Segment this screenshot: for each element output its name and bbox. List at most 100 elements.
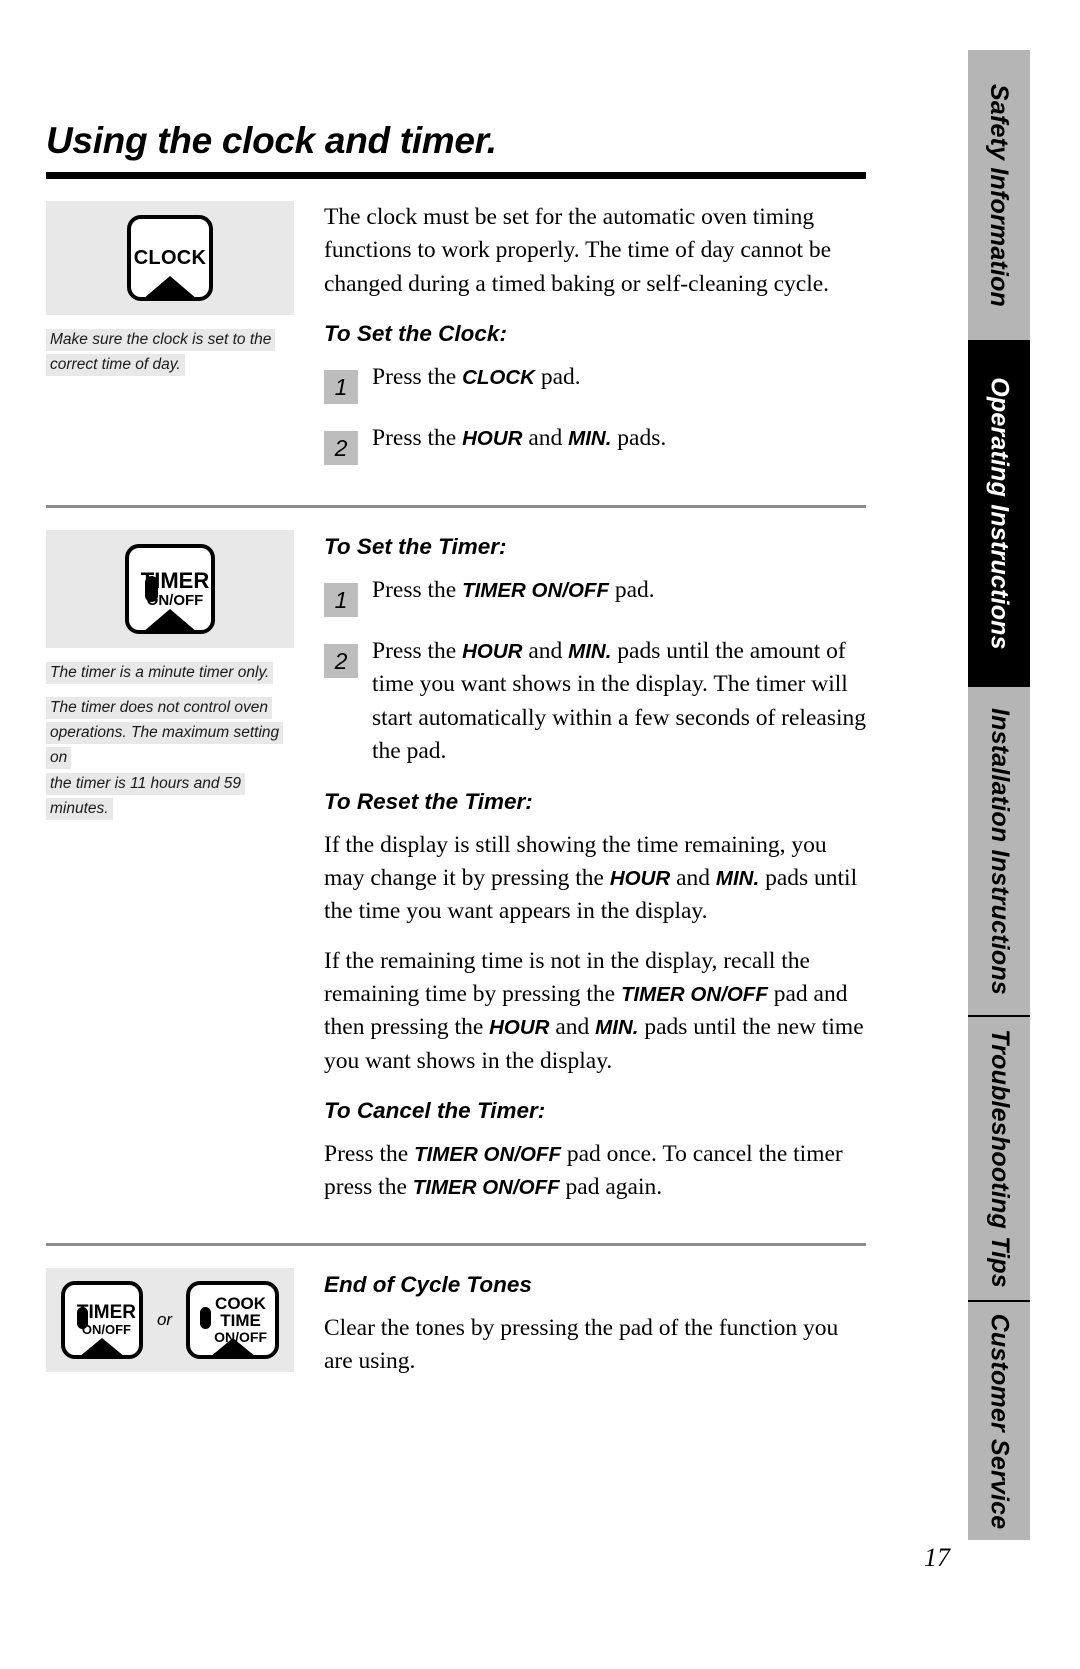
- clock-pad-label: CLOCK: [133, 246, 207, 269]
- pad-reference: MIN.: [568, 640, 612, 664]
- step-number: 2: [324, 431, 358, 466]
- title-rule: [46, 172, 866, 179]
- timer-step-1: 1 Press the TIMER ON/OFF pad.: [324, 574, 866, 618]
- text-run: and: [670, 864, 716, 891]
- indicator-dot-icon: [200, 1306, 212, 1329]
- tones-pad-panel: TIMER ON/OFF or COOK TIME ON/OFF: [46, 1267, 294, 1372]
- timer-illustration-column: TIMER ON/OFF The timer is a minute timer…: [46, 530, 294, 821]
- step-text: Press the HOUR and MIN. pads until the a…: [358, 635, 866, 768]
- timer-pad-label-line2: ON/OFF: [81, 1321, 131, 1337]
- timer-note-line: The timer is a minute timer only.: [46, 662, 274, 685]
- heading-to-set-the-timer: To Set the Timer:: [324, 534, 507, 560]
- clock-text-column: The clock must be set for the automatic …: [294, 201, 866, 483]
- indicator-dot-icon: [76, 1306, 88, 1329]
- timer-step-2: 2 Press the HOUR and MIN. pads until the…: [324, 635, 866, 768]
- pad-reference: CLOCK: [462, 366, 535, 390]
- clock-intro-paragraph: The clock must be set for the automatic …: [324, 204, 832, 297]
- step-number: 1: [324, 370, 358, 405]
- section-divider: [46, 1242, 866, 1246]
- step-text-mid: and: [522, 638, 569, 665]
- clock-section: CLOCK Make sure the clock is set to the …: [46, 201, 866, 483]
- pad-reference: TIMER ON/OFF: [620, 982, 768, 1006]
- timer-pad-graphic: TIMER ON/OFF: [125, 544, 215, 635]
- cook-pad-label-line1: COOK: [215, 1293, 267, 1313]
- timer-section: TIMER ON/OFF The timer is a minute timer…: [46, 530, 866, 1221]
- tab-installation-instructions[interactable]: Installation Instructions: [968, 685, 1030, 1015]
- clock-note-line: correct time of day.: [46, 354, 185, 377]
- tab-label: Troubleshooting Tips: [985, 1029, 1014, 1288]
- tones-section: TIMER ON/OFF or COOK TIME ON/OFF End of …: [46, 1267, 866, 1395]
- step-text: Press the CLOCK pad.: [358, 361, 581, 394]
- cancel-paragraph: Press the TIMER ON/OFF pad once. To canc…: [324, 1138, 866, 1205]
- timer-note: The timer is a minute timer only. The ti…: [46, 660, 294, 821]
- tab-label: Operating Instructions: [985, 377, 1014, 650]
- step-number: 2: [324, 644, 358, 679]
- step-text-pre: Press the: [372, 425, 463, 452]
- pad-notch-icon: [209, 1337, 256, 1355]
- page-number: 17: [924, 1543, 950, 1572]
- clock-illustration-column: CLOCK Make sure the clock is set to the …: [46, 201, 294, 377]
- tab-label: Installation Instructions: [985, 707, 1014, 995]
- tab-customer-service[interactable]: Customer Service: [968, 1300, 1030, 1540]
- main-content: Using the clock and timer. CLOCK Make su…: [46, 120, 866, 1394]
- step-text-post: pads.: [611, 425, 667, 452]
- cook-pad-label-line2: TIME: [220, 1311, 261, 1331]
- step-text-pre: Press the: [372, 577, 463, 604]
- pad-reference: HOUR: [462, 640, 523, 664]
- tones-paragraph: Clear the tones by pressing the pad of t…: [324, 1314, 839, 1375]
- timer-pad-panel: TIMER ON/OFF: [46, 530, 294, 649]
- pad-reference: TIMER ON/OFF: [414, 1143, 561, 1167]
- cook-time-pad-graphic: COOK TIME ON/OFF: [186, 1280, 280, 1359]
- reset-paragraph-2: If the remaining time is not in the disp…: [324, 945, 866, 1078]
- timer-note-line: The timer does not control oven: [46, 697, 272, 720]
- pad-reference: TIMER ON/OFF: [462, 579, 609, 603]
- heading-end-of-cycle-tones: End of Cycle Tones: [324, 1271, 532, 1297]
- clock-step-1: 1 Press the CLOCK pad.: [324, 361, 866, 405]
- clock-note-line: Make sure the clock is set to the: [46, 329, 276, 351]
- pad-notch-icon: [143, 276, 197, 297]
- manual-page: Safety Information Operating Instruction…: [0, 0, 1080, 1669]
- heading-to-cancel-the-timer: To Cancel the Timer:: [324, 1098, 546, 1124]
- pad-reference: MIN.: [595, 1016, 639, 1040]
- text-run: pad again.: [559, 1174, 663, 1201]
- pad-reference: MIN.: [568, 427, 612, 451]
- section-tab-rail: Safety Information Operating Instruction…: [968, 50, 1030, 1540]
- clock-pad-panel: CLOCK: [46, 201, 294, 315]
- section-divider: [46, 505, 866, 509]
- pad-reference: HOUR: [609, 866, 671, 890]
- pad-reference: HOUR: [462, 427, 523, 451]
- step-text-pre: Press the: [372, 364, 463, 391]
- tab-safety-information[interactable]: Safety Information: [968, 50, 1030, 340]
- clock-note: Make sure the clock is set to the correc…: [46, 327, 294, 377]
- pad-notch-icon: [78, 1337, 125, 1355]
- or-separator-label: or: [156, 1309, 173, 1329]
- clock-step-2: 2 Press the HOUR and MIN. pads.: [324, 422, 866, 466]
- page-title: Using the clock and timer.: [46, 120, 497, 161]
- tab-troubleshooting-tips[interactable]: Troubleshooting Tips: [968, 1015, 1030, 1300]
- heading-to-set-the-clock: To Set the Clock:: [324, 321, 507, 347]
- step-text-post: pad.: [608, 577, 655, 604]
- step-number: 1: [324, 583, 358, 618]
- tab-label: Customer Service: [985, 1313, 1014, 1529]
- text-run: and: [549, 1014, 596, 1041]
- indicator-dot-icon: [145, 576, 158, 603]
- timer-note-line: operations. The maximum setting on: [46, 722, 284, 770]
- pad-reference: MIN.: [715, 866, 760, 890]
- step-text-mid: and: [522, 425, 569, 452]
- clock-pad-graphic: CLOCK: [127, 215, 213, 301]
- step-text-pre: Press the: [372, 638, 463, 665]
- step-text: Press the HOUR and MIN. pads.: [358, 422, 666, 455]
- pad-reference: TIMER ON/OFF: [412, 1176, 560, 1200]
- timer-pad-graphic-small: TIMER ON/OFF: [60, 1280, 143, 1359]
- pad-notch-icon: [143, 609, 197, 631]
- step-text-post: pad.: [534, 364, 581, 391]
- tab-label: Safety Information: [985, 83, 1014, 307]
- timer-text-column: To Set the Timer: 1 Press the TIMER ON/O…: [294, 530, 866, 1221]
- timer-note-line: the timer is 11 hours and 59 minutes.: [46, 772, 245, 820]
- tab-operating-instructions[interactable]: Operating Instructions: [968, 340, 1030, 685]
- step-text: Press the TIMER ON/OFF pad.: [358, 574, 655, 607]
- pad-reference: HOUR: [489, 1016, 550, 1040]
- text-run: Press the: [324, 1141, 415, 1168]
- reset-paragraph-1: If the display is still showing the time…: [324, 829, 866, 929]
- tones-illustration-column: TIMER ON/OFF or COOK TIME ON/OFF: [46, 1267, 294, 1372]
